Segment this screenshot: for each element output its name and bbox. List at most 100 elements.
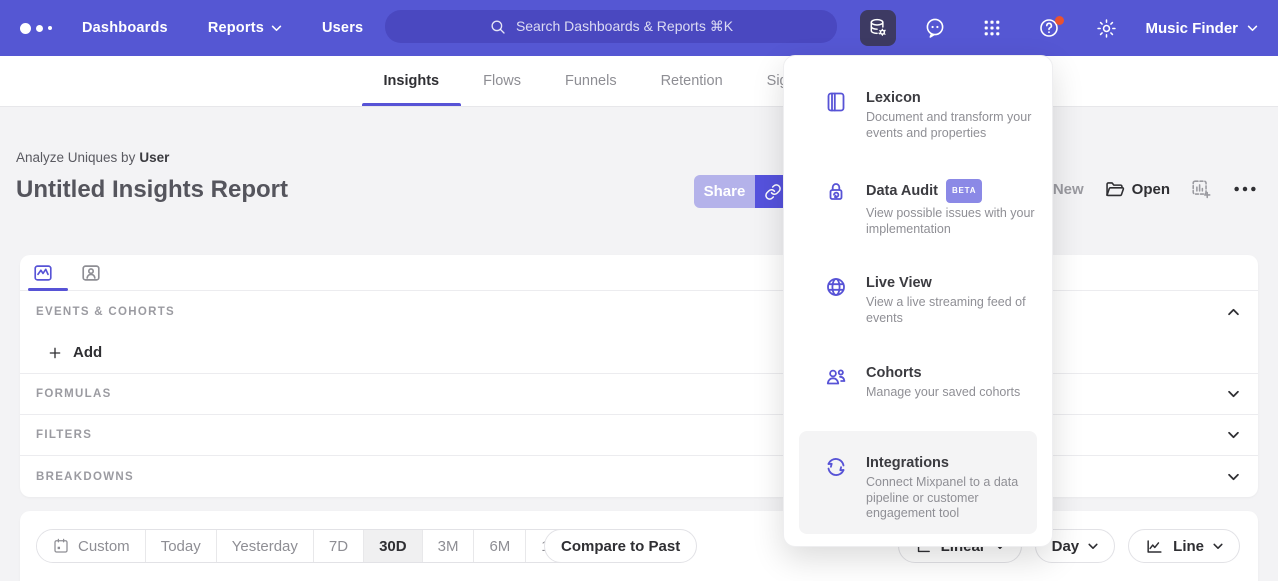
chevron-down-icon[interactable] (1227, 390, 1240, 398)
interval-label: Day (1052, 538, 1080, 555)
menu-item-title: Cohorts (866, 364, 1044, 382)
section-formulas[interactable]: FORMULAS (20, 374, 1258, 415)
range-7d[interactable]: 7D (314, 530, 364, 562)
top-navigation: Dashboards Reports Users (82, 20, 363, 36)
chart-controls-panel: Custom Today Yesterday 7D 30D 3M 6M 12M … (20, 511, 1258, 581)
link-icon (764, 183, 782, 201)
project-switcher[interactable]: Music Finder (1145, 20, 1258, 37)
feedback-bubble-icon (923, 16, 947, 40)
chevron-down-icon (1213, 543, 1223, 550)
section-label: BREAKDOWNS (36, 471, 134, 483)
menu-item-title: Lexicon (866, 89, 1044, 107)
topbar: Dashboards Reports Users Search Dashboar… (0, 0, 1278, 56)
notification-dot (1055, 16, 1064, 25)
range-today[interactable]: Today (146, 530, 217, 562)
share-split-button: Share (694, 175, 791, 208)
nav-dashboards[interactable]: Dashboards (82, 20, 168, 36)
tab-retention[interactable]: Retention (639, 56, 745, 106)
data-audit-lock-icon (824, 180, 848, 204)
profile-person-icon (80, 262, 102, 284)
tab-flows[interactable]: Flows (461, 56, 543, 106)
grid-dots-icon (981, 17, 1003, 39)
report-tabbar: Insights Flows Funnels Retention Signal … (0, 56, 1278, 107)
beta-badge: BETA (946, 179, 982, 203)
section-filters[interactable]: FILTERS (20, 415, 1258, 456)
chart-type-selector[interactable]: Line (1128, 529, 1240, 563)
lexicon-book-icon (824, 90, 848, 114)
apps-grid-button[interactable] (974, 10, 1010, 46)
page-title[interactable]: Untitled Insights Report (16, 176, 288, 204)
menu-item-cohorts[interactable]: Cohorts Manage your saved cohorts (784, 364, 1052, 401)
chevron-down-icon[interactable] (1227, 473, 1240, 481)
menu-item-description: Document and transform your events and p… (866, 110, 1044, 141)
topbar-actions: Music Finder (860, 0, 1258, 56)
plus-icon (47, 345, 63, 361)
more-options-button[interactable] (1232, 182, 1258, 196)
section-events-cohorts[interactable]: EVENTS & COHORTS (20, 291, 1258, 332)
nav-users[interactable]: Users (322, 20, 363, 36)
menu-item-data-audit[interactable]: Data Audit BETA View possible issues wit… (784, 179, 1052, 237)
date-range-segmented-control: Custom Today Yesterday 7D 30D 3M 6M 12M (36, 529, 586, 563)
chart-type-label: Line (1173, 538, 1204, 555)
analyze-prefix: Analyze Uniques by (16, 150, 135, 165)
range-30d[interactable]: 30D (364, 530, 423, 562)
compare-to-past-button[interactable]: Compare to Past (544, 529, 697, 563)
profiles-view-tab[interactable] (79, 261, 103, 285)
analyze-entity[interactable]: User (139, 150, 169, 165)
range-label: Custom (78, 538, 130, 555)
feedback-button[interactable] (917, 10, 953, 46)
nav-reports[interactable]: Reports (208, 20, 282, 36)
menu-item-description: View possible issues with your implement… (866, 206, 1044, 237)
settings-button[interactable] (1088, 10, 1124, 46)
header-actions: New Open (1031, 178, 1258, 200)
project-name: Music Finder (1145, 20, 1238, 37)
range-yesterday[interactable]: Yesterday (217, 530, 314, 562)
tab-insights[interactable]: Insights (362, 56, 462, 106)
chevron-down-icon (1088, 543, 1098, 550)
query-builder-panel: EVENTS & COHORTS Add FORMULAS FILTERS (20, 255, 1258, 497)
chevron-down-icon[interactable] (1227, 431, 1240, 439)
open-label: Open (1132, 181, 1170, 198)
open-report-button[interactable]: Open (1104, 179, 1170, 200)
add-label: Add (73, 344, 102, 361)
menu-item-title: Data Audit BETA (866, 179, 1044, 203)
menu-item-title: Integrations (866, 454, 1044, 472)
search-icon (489, 18, 507, 36)
menu-item-lexicon[interactable]: Lexicon Document and transform your even… (784, 89, 1052, 141)
add-event-button[interactable]: Add (47, 344, 102, 361)
gear-icon (1095, 17, 1118, 40)
line-chart-icon (1145, 537, 1164, 556)
mixpanel-logo-icon[interactable] (20, 23, 64, 34)
data-management-button[interactable] (860, 10, 896, 46)
database-gear-icon (867, 17, 889, 39)
menu-item-live-view[interactable]: Live View View a live streaming feed of … (784, 274, 1052, 326)
add-to-dashboard-icon (1190, 178, 1212, 200)
range-3m[interactable]: 3M (423, 530, 475, 562)
events-view-tab[interactable] (31, 261, 55, 285)
query-view-tabs (20, 255, 1258, 291)
search-placeholder: Search Dashboards & Reports ⌘K (516, 18, 733, 35)
add-to-dashboard-button[interactable] (1190, 178, 1212, 200)
range-custom[interactable]: Custom (37, 530, 146, 562)
share-button[interactable]: Share (694, 175, 755, 208)
more-options-icon (1232, 182, 1258, 196)
section-breakdowns[interactable]: BREAKDOWNS (20, 456, 1258, 498)
live-view-globe-icon (824, 275, 848, 299)
tab-funnels[interactable]: Funnels (543, 56, 639, 106)
data-management-menu: Lexicon Document and transform your even… (783, 55, 1053, 547)
chevron-up-icon[interactable] (1227, 308, 1240, 316)
menu-item-description: Manage your saved cohorts (866, 385, 1044, 401)
app-window: Dashboards Reports Users Search Dashboar… (0, 0, 1278, 581)
chevron-down-icon (1247, 25, 1258, 32)
menu-item-title-text: Data Audit (866, 182, 938, 200)
integrations-sync-icon (824, 455, 848, 479)
menu-item-integrations[interactable]: Integrations Connect Mixpanel to a data … (784, 454, 1052, 522)
events-add-row: Add (20, 332, 1258, 374)
search-input[interactable]: Search Dashboards & Reports ⌘K (385, 10, 837, 43)
menu-item-description: View a live streaming feed of events (866, 295, 1044, 326)
active-view-underline (28, 288, 68, 291)
range-6m[interactable]: 6M (474, 530, 526, 562)
help-button[interactable] (1031, 10, 1067, 46)
insights-chart-icon (32, 262, 54, 284)
folder-icon (1104, 179, 1125, 200)
